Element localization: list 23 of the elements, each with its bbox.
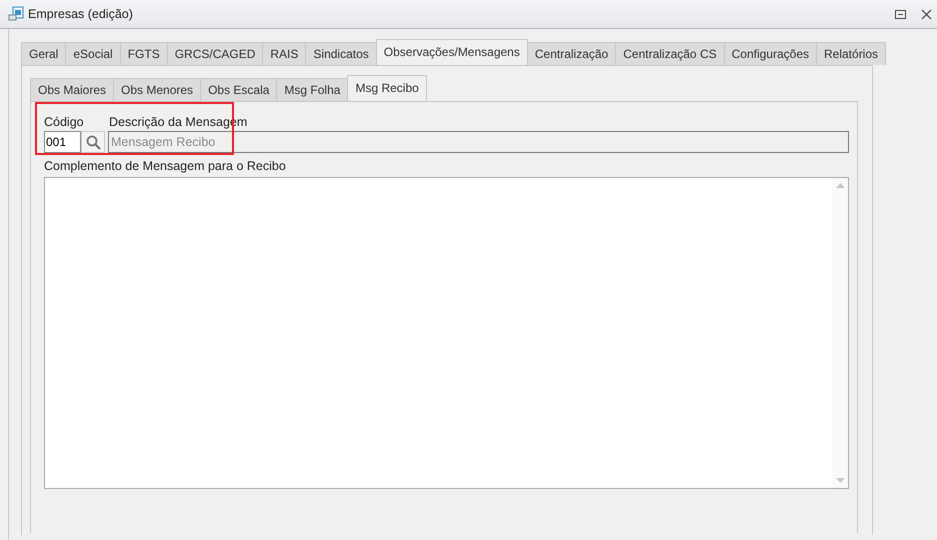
restore-icon[interactable] (894, 10, 906, 18)
search-button[interactable] (81, 131, 105, 153)
tab[interactable]: Obs Escala (200, 78, 278, 101)
tab[interactable]: Relatórios (816, 42, 886, 65)
tab[interactable]: Sindicatos (305, 42, 377, 65)
tab[interactable]: Obs Menores (113, 78, 202, 101)
tab[interactable]: RAIS (262, 42, 306, 65)
tab[interactable]: Geral (21, 42, 66, 65)
window-title: Empresas (edição) (28, 7, 134, 21)
tab[interactable]: Msg Folha (276, 78, 348, 101)
code-field[interactable]: 001 (44, 131, 81, 153)
tab[interactable]: Obs Maiores (30, 78, 114, 101)
field-label: Código (44, 115, 85, 129)
tab[interactable]: Centralização CS (615, 42, 725, 65)
tab[interactable]: eSocial (65, 42, 121, 65)
tab[interactable]: Msg Recibo (347, 75, 427, 101)
close-icon[interactable] (920, 8, 932, 20)
app-icon (8, 6, 24, 22)
field-label: Complemento de Mensagem para o Recibo (44, 159, 287, 175)
tab[interactable]: Centralização (526, 42, 616, 65)
tab[interactable]: FGTS (120, 42, 168, 65)
tab[interactable]: Configurações (724, 42, 817, 65)
tab[interactable]: GRCS/CAGED (166, 42, 264, 65)
